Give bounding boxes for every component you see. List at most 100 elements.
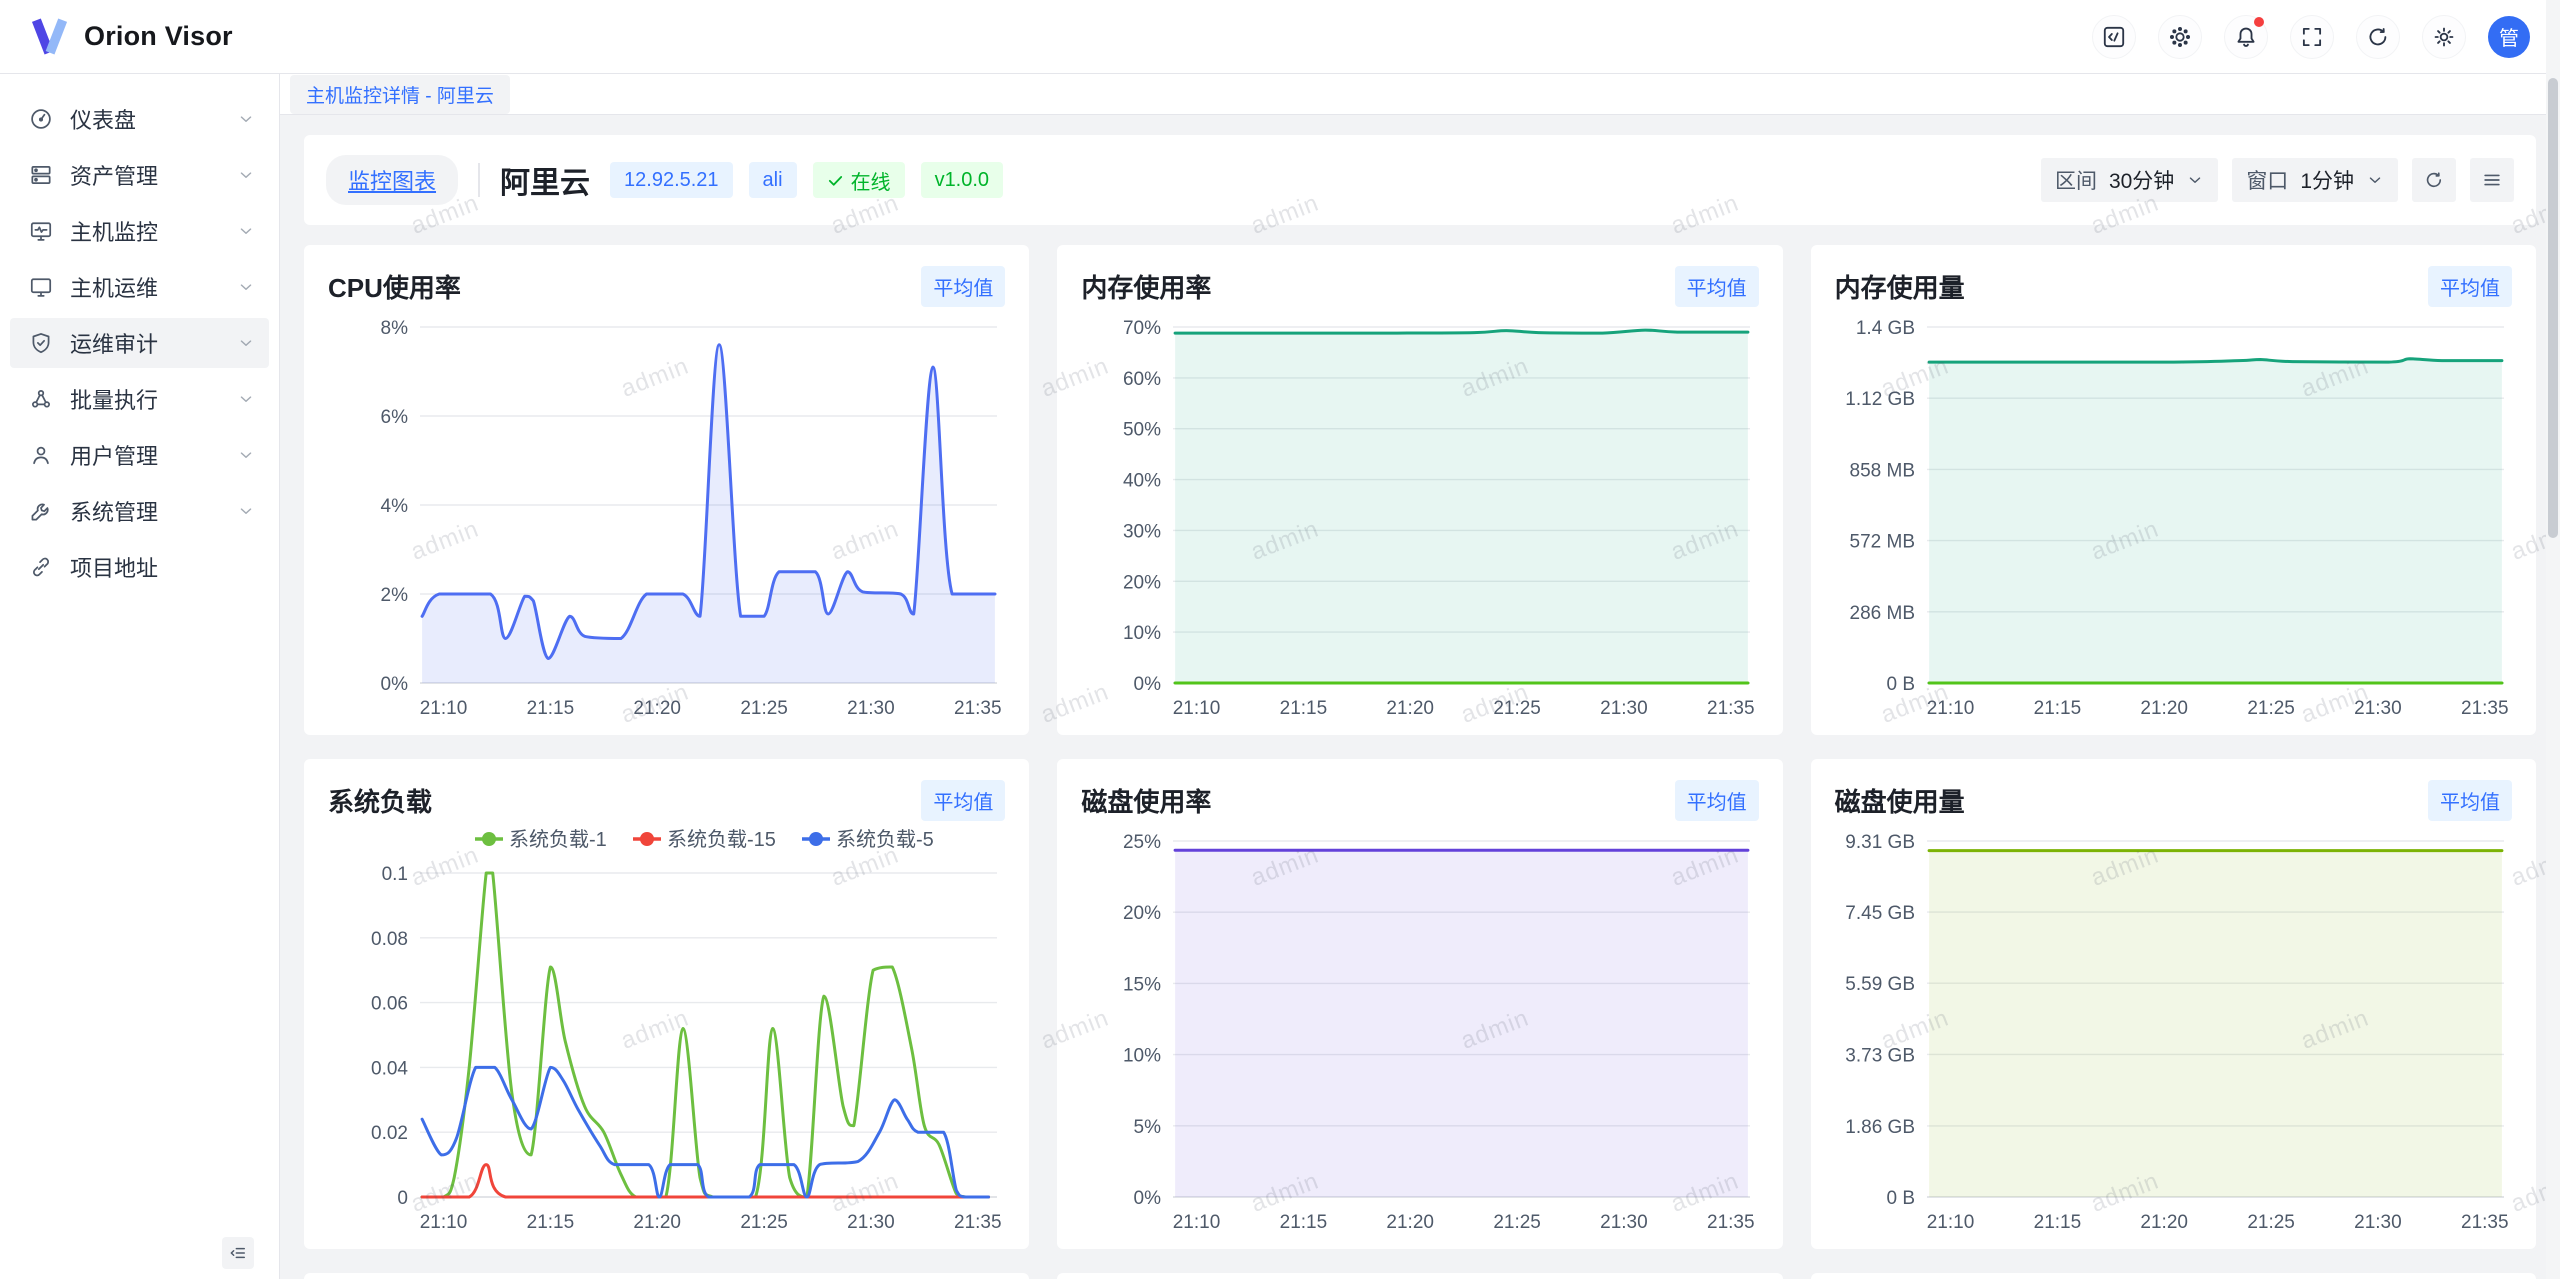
- chevron-down-icon: [237, 502, 255, 520]
- svg-text:30%: 30%: [1123, 521, 1161, 542]
- sidebar-item-3[interactable]: 主机运维: [10, 262, 269, 312]
- svg-text:21:10: 21:10: [1926, 1212, 1974, 1233]
- svg-text:50%: 50%: [1123, 420, 1161, 441]
- average-badge: 平均值: [2428, 266, 2512, 307]
- sidebar-item-7[interactable]: 系统管理: [10, 486, 269, 536]
- svg-text:21:15: 21:15: [2033, 1212, 2081, 1233]
- refresh-charts-button[interactable]: [2412, 158, 2456, 202]
- chart-card: CPU使用率 平均值 0%2%4%6%8%21:1021:1521:2021:2…: [304, 245, 1029, 735]
- chart-card-partial: [1811, 1273, 2536, 1279]
- chart-title: 内存使用率: [1081, 268, 1211, 305]
- chevron-down-icon: [237, 166, 255, 184]
- bell-button[interactable]: [2224, 15, 2268, 59]
- sidebar-item-0[interactable]: 仪表盘: [10, 94, 269, 144]
- topbar-actions: 管: [2092, 15, 2560, 59]
- svg-text:21:15: 21:15: [527, 698, 575, 719]
- user-avatar[interactable]: 管: [2488, 16, 2530, 58]
- svg-text:858 MB: 858 MB: [1849, 460, 1914, 481]
- orion-visor-logo: [28, 16, 70, 58]
- sidebar-item-6[interactable]: 用户管理: [10, 430, 269, 480]
- sidebar-collapse-button[interactable]: [222, 1237, 254, 1269]
- host-tag-1: ali: [749, 162, 797, 198]
- chart-title: 内存使用量: [1835, 268, 1965, 305]
- code-square-button[interactable]: [2092, 15, 2136, 59]
- theme-icon: [2167, 24, 2193, 50]
- svg-text:15%: 15%: [1123, 974, 1161, 995]
- svg-text:系统负载-5: 系统负载-5: [836, 828, 934, 851]
- svg-text:0: 0: [397, 1188, 408, 1209]
- svg-text:5.59 GB: 5.59 GB: [1845, 974, 1915, 995]
- chart-controls: 区间 30分钟 窗口 1分钟: [2041, 158, 2514, 202]
- svg-text:21:25: 21:25: [2247, 1212, 2295, 1233]
- app-title: Orion Visor: [84, 21, 233, 52]
- system-icon: [28, 498, 54, 524]
- theme-button[interactable]: [2158, 15, 2202, 59]
- batch-icon: [28, 386, 54, 412]
- svg-text:4%: 4%: [381, 496, 409, 517]
- svg-text:21:20: 21:20: [1387, 1212, 1435, 1233]
- charts-grid: CPU使用率 平均值 0%2%4%6%8%21:1021:1521:2021:2…: [304, 245, 2536, 1279]
- svg-text:21:20: 21:20: [2140, 1212, 2188, 1233]
- svg-text:系统负载-15: 系统负载-15: [667, 828, 776, 851]
- svg-text:21:30: 21:30: [847, 1212, 895, 1233]
- range-select[interactable]: 区间 30分钟: [2041, 158, 2218, 202]
- host-monitor-icon: [28, 218, 54, 244]
- topbar: Orion Visor 管: [0, 0, 2560, 74]
- sidebar: 仪表盘 资产管理 主机监控 主机运维 运维审计 批量执行 用户管理 系统管理 项…: [0, 74, 280, 1279]
- settings-icon: [2431, 24, 2457, 50]
- svg-text:21:30: 21:30: [2354, 698, 2402, 719]
- svg-text:21:10: 21:10: [1173, 1212, 1221, 1233]
- bell-icon: [2233, 24, 2259, 50]
- sidebar-item-5[interactable]: 批量执行: [10, 374, 269, 424]
- refresh-button[interactable]: [2356, 15, 2400, 59]
- chevron-down-icon: [2186, 171, 2204, 189]
- link-icon: [28, 554, 54, 580]
- tab-host-monitor-detail[interactable]: 主机监控详情 - 阿里云: [290, 75, 510, 114]
- monitor-chart-tab[interactable]: 监控图表: [326, 155, 458, 205]
- fullscreen-button[interactable]: [2290, 15, 2334, 59]
- host-ops-icon: [28, 274, 54, 300]
- svg-text:7.45 GB: 7.45 GB: [1845, 903, 1915, 924]
- sidebar-item-2[interactable]: 主机监控: [10, 206, 269, 256]
- range-value: 30分钟: [2109, 165, 2174, 195]
- chart-plot: 0%10%20%30%40%50%60%70%21:1021:1521:2021…: [1081, 307, 1758, 731]
- chart-plot: 0%5%10%15%20%25%21:1021:1521:2021:2521:3…: [1081, 821, 1758, 1245]
- svg-text:2%: 2%: [381, 585, 409, 606]
- svg-text:1.86 GB: 1.86 GB: [1845, 1117, 1915, 1138]
- svg-text:21:20: 21:20: [2140, 698, 2188, 719]
- window-select[interactable]: 窗口 1分钟: [2232, 158, 2398, 202]
- host-tag-0: 12.92.5.21: [610, 162, 733, 198]
- svg-text:25%: 25%: [1123, 832, 1161, 853]
- svg-text:572 MB: 572 MB: [1849, 532, 1914, 553]
- svg-text:0 B: 0 B: [1886, 674, 1915, 695]
- svg-text:1.12 GB: 1.12 GB: [1845, 389, 1915, 410]
- average-badge: 平均值: [921, 780, 1005, 821]
- svg-text:10%: 10%: [1123, 1046, 1161, 1067]
- svg-text:21:30: 21:30: [1600, 1212, 1648, 1233]
- host-name: 阿里云: [500, 158, 590, 202]
- average-badge: 平均值: [1675, 266, 1759, 307]
- sidebar-item-8[interactable]: 项目地址: [10, 542, 269, 592]
- svg-text:21:10: 21:10: [1173, 698, 1221, 719]
- sidebar-item-4[interactable]: 运维审计: [10, 318, 269, 368]
- svg-text:0.1: 0.1: [382, 864, 408, 885]
- svg-text:21:15: 21:15: [1280, 1212, 1328, 1233]
- settings-button[interactable]: [2422, 15, 2466, 59]
- svg-text:286 MB: 286 MB: [1849, 603, 1914, 624]
- sidebar-item-1[interactable]: 资产管理: [10, 150, 269, 200]
- fullscreen-icon: [2299, 24, 2325, 50]
- audit-icon: [28, 330, 54, 356]
- notification-badge: [2254, 17, 2264, 27]
- chart-plot: 0 B1.86 GB3.73 GB5.59 GB7.45 GB9.31 GB21…: [1835, 821, 2512, 1245]
- svg-text:0.02: 0.02: [371, 1123, 408, 1144]
- svg-text:10%: 10%: [1123, 623, 1161, 644]
- chevron-down-icon: [2366, 171, 2384, 189]
- scrollbar-thumb[interactable]: [2548, 78, 2558, 538]
- svg-text:21:10: 21:10: [420, 1212, 468, 1233]
- svg-text:21:25: 21:25: [1494, 698, 1542, 719]
- svg-text:21:15: 21:15: [2033, 698, 2081, 719]
- chart-menu-button[interactable]: [2470, 158, 2514, 202]
- svg-text:21:30: 21:30: [847, 698, 895, 719]
- chevron-down-icon: [237, 110, 255, 128]
- chevron-down-icon: [237, 446, 255, 464]
